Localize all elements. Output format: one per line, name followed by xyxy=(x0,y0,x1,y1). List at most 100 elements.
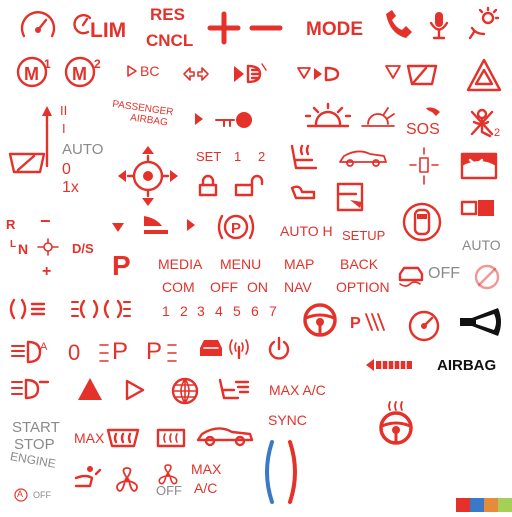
car-side-icon[interactable] xyxy=(338,146,388,173)
auto-h-label[interactable]: AUTO H xyxy=(280,224,333,238)
rear-wiper-icon[interactable] xyxy=(384,62,448,93)
arrow-right-icon[interactable] xyxy=(186,218,196,237)
max-ac-label[interactable]: MAX A/C xyxy=(269,383,326,397)
front-wiper-icon[interactable] xyxy=(8,150,48,181)
tow-camera-icon[interactable] xyxy=(458,196,498,227)
play-icon[interactable] xyxy=(124,378,146,407)
rear-left-right-icon[interactable] xyxy=(182,60,210,93)
sensor-cross-icon[interactable] xyxy=(406,146,442,191)
auto-off-icon[interactable]: A OFF xyxy=(14,488,51,507)
wifi-car-icon[interactable] xyxy=(228,336,250,365)
seat-vent-icon[interactable] xyxy=(72,464,102,497)
parking-sensor-icon[interactable]: P xyxy=(350,310,386,339)
max-label[interactable]: MAX xyxy=(74,431,104,445)
high-beam-icon[interactable] xyxy=(142,212,172,243)
parking-brake-icon[interactable]: P xyxy=(216,212,256,247)
plus-icon[interactable] xyxy=(207,11,241,49)
horn-icon[interactable] xyxy=(458,306,504,343)
hazard-icon[interactable] xyxy=(466,58,502,97)
map-label[interactable]: MAP xyxy=(284,257,314,271)
menu-label[interactable]: MENU xyxy=(220,257,261,271)
auto-light-icon[interactable]: A xyxy=(10,338,50,371)
max-ac2-line2[interactable]: A/C xyxy=(194,481,217,495)
num-3[interactable]: 3 xyxy=(197,304,205,318)
lock-icon[interactable] xyxy=(198,174,218,201)
unlock-icon[interactable] xyxy=(232,174,268,201)
trunk-icon[interactable] xyxy=(288,182,318,207)
gear-plus[interactable]: + xyxy=(42,264,51,280)
temperature-brackets-icon[interactable] xyxy=(262,438,302,511)
headlight-icon[interactable] xyxy=(10,376,50,407)
child-seat-icon[interactable]: 2 xyxy=(468,108,500,143)
microphone-icon[interactable] xyxy=(428,10,450,45)
gear-r[interactable]: R xyxy=(6,218,15,231)
phone-hangup-icon[interactable] xyxy=(380,6,414,45)
set-label[interactable]: SET xyxy=(196,150,221,163)
bc-icon[interactable]: BC xyxy=(126,64,159,83)
gear-n[interactable]: N xyxy=(18,242,28,256)
max-ac2-line1[interactable]: MAX xyxy=(191,462,221,476)
parking-light-icon[interactable] xyxy=(70,298,132,325)
seatbelt-bar-icon[interactable] xyxy=(366,358,416,377)
set-2-label[interactable]: 2 xyxy=(258,150,265,163)
sos-phone-icon[interactable]: SOS xyxy=(406,106,446,138)
gear-l[interactable]: L xyxy=(10,240,16,250)
gear-ds[interactable]: D/S xyxy=(72,242,94,255)
memory-2-icon[interactable]: M 2 xyxy=(62,56,106,93)
cncl-label[interactable]: CNCL xyxy=(146,32,193,49)
car-top-icon[interactable] xyxy=(402,200,442,249)
setup-label[interactable]: SETUP xyxy=(342,229,385,242)
auto-climate-label[interactable]: AUTO xyxy=(462,238,501,252)
start-label[interactable]: START xyxy=(12,420,60,435)
nav-label[interactable]: NAV xyxy=(284,280,312,294)
light-sensor-icon[interactable] xyxy=(466,6,502,47)
lane-assist-icon[interactable] xyxy=(296,64,346,89)
zero-big[interactable]: 0 xyxy=(68,342,80,364)
park-p[interactable]: P xyxy=(112,252,131,280)
car-outline-icon[interactable] xyxy=(196,422,254,453)
mode-label[interactable]: MODE xyxy=(306,20,363,39)
num-4[interactable]: 4 xyxy=(215,304,223,318)
steering-wheel-icon[interactable] xyxy=(302,302,338,343)
num-1[interactable]: 1 xyxy=(162,304,170,318)
speedometer-icon[interactable] xyxy=(18,8,58,47)
no-sign-icon[interactable] xyxy=(474,264,500,295)
num-5[interactable]: 5 xyxy=(233,304,241,318)
steering-adjust-icon[interactable] xyxy=(118,146,178,211)
engine-label[interactable]: ENGINE xyxy=(9,449,57,471)
triangle-fill-icon[interactable] xyxy=(76,376,104,407)
heated-wheel-icon[interactable] xyxy=(376,400,416,453)
back-label[interactable]: BACK xyxy=(340,257,378,271)
fog-front-icon[interactable] xyxy=(8,296,48,327)
max-defrost-icon[interactable] xyxy=(106,426,140,455)
power-icon[interactable] xyxy=(266,336,292,367)
fog-light-icon[interactable] xyxy=(232,60,268,93)
fan-icon[interactable] xyxy=(112,466,142,499)
skid-off-icon[interactable]: OFF xyxy=(396,262,460,295)
minus-icon[interactable] xyxy=(249,12,283,49)
sync-label[interactable]: SYNC xyxy=(268,413,307,427)
key-icon[interactable] xyxy=(214,112,264,133)
media-label[interactable]: MEDIA xyxy=(158,257,202,271)
rear-defrost-icon[interactable] xyxy=(156,428,186,453)
window-icon[interactable] xyxy=(460,150,500,187)
dim-icon[interactable] xyxy=(358,104,398,133)
seat-airflow-icon[interactable] xyxy=(216,376,250,409)
num-2[interactable]: 2 xyxy=(180,304,188,318)
gear-selector-icon[interactable] xyxy=(36,238,60,261)
on-label[interactable]: ON xyxy=(247,280,268,294)
pedestrian-car-icon[interactable] xyxy=(196,336,226,365)
lim-label[interactable]: LIM xyxy=(90,20,126,41)
com-label[interactable]: COM xyxy=(162,280,195,294)
memory-1-icon[interactable]: M 1 xyxy=(14,56,54,93)
off-label[interactable]: OFF xyxy=(210,280,238,294)
num-6[interactable]: 6 xyxy=(251,304,259,318)
door-open-icon[interactable] xyxy=(332,180,372,219)
res-label[interactable]: RES xyxy=(150,6,185,23)
seat-heat-icon[interactable] xyxy=(288,142,322,179)
option-label[interactable]: OPTION xyxy=(336,280,390,294)
fan-off-icon[interactable]: OFF xyxy=(154,464,182,497)
set-1-label[interactable]: 1 xyxy=(234,150,241,163)
num-7[interactable]: 7 xyxy=(269,304,277,318)
speed-warn-icon[interactable] xyxy=(406,308,442,345)
